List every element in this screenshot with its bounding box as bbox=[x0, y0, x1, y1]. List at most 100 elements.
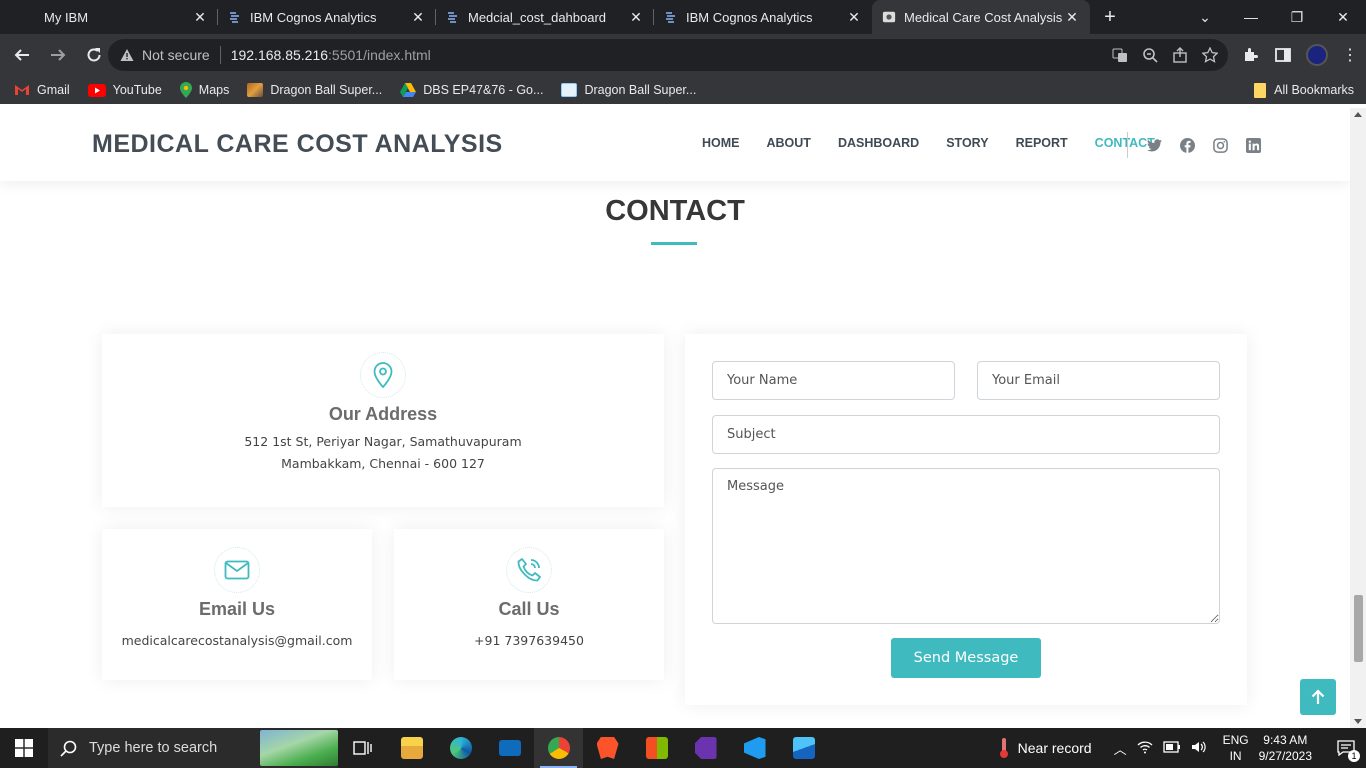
taskbar-apps bbox=[338, 728, 828, 768]
maximize-button[interactable]: ❐ bbox=[1274, 0, 1320, 34]
close-window-button[interactable]: ✕ bbox=[1320, 0, 1366, 34]
tab-ibm-cognos-1[interactable]: IBM Cognos Analytics ✕ bbox=[218, 0, 436, 34]
back-icon[interactable] bbox=[6, 39, 38, 71]
notification-count: 1 bbox=[1348, 750, 1360, 762]
minimize-button[interactable]: — bbox=[1228, 0, 1274, 34]
cognos-icon bbox=[446, 10, 460, 24]
side-panel-icon[interactable] bbox=[1274, 46, 1292, 64]
visual-studio-icon[interactable] bbox=[681, 728, 730, 768]
windows-start-button[interactable] bbox=[0, 728, 48, 768]
all-bookmarks-button[interactable]: All Bookmarks bbox=[1254, 76, 1354, 104]
scrollbar-thumb[interactable] bbox=[1354, 595, 1363, 662]
name-input[interactable] bbox=[712, 361, 955, 400]
tab-ibm-cognos-2[interactable]: IBM Cognos Analytics ✕ bbox=[654, 0, 872, 34]
image-icon bbox=[247, 83, 264, 97]
task-view-icon[interactable] bbox=[338, 728, 387, 768]
instagram-icon[interactable] bbox=[1212, 137, 1228, 153]
close-tab-icon[interactable]: ✕ bbox=[628, 9, 644, 26]
brave-icon[interactable] bbox=[583, 728, 632, 768]
browser-right-actions: ⋮ bbox=[1242, 39, 1358, 71]
address-card: Our Address 512 1st St, Periyar Nagar, S… bbox=[102, 334, 664, 507]
language-indicator[interactable]: ENG IN bbox=[1223, 732, 1249, 764]
notification-center-icon[interactable]: 1 bbox=[1326, 728, 1366, 768]
page-viewport: MEDICAL CARE COST ANALYSIS HOME ABOUT DA… bbox=[0, 108, 1350, 728]
bookmark-label: Gmail bbox=[37, 83, 70, 97]
search-highlight-image bbox=[260, 730, 338, 766]
nav-dashboard[interactable]: DASHBOARD bbox=[838, 136, 919, 150]
menu-kebab-icon[interactable]: ⋮ bbox=[1342, 45, 1358, 65]
send-message-button[interactable]: Send Message bbox=[891, 638, 1041, 678]
close-tab-icon[interactable]: ✕ bbox=[1064, 9, 1080, 26]
tab-my-ibm[interactable]: My IBM ✕ bbox=[0, 0, 218, 34]
wifi-icon[interactable] bbox=[1137, 740, 1153, 757]
facebook-icon[interactable] bbox=[1179, 137, 1195, 153]
clock-time: 9:43 AM bbox=[1263, 733, 1308, 747]
bookmark-gmail[interactable]: Gmail bbox=[14, 83, 70, 97]
window-controls: ⌄ — ❐ ✕ bbox=[1182, 0, 1366, 34]
microsoft-store-icon[interactable] bbox=[632, 728, 681, 768]
profile-avatar[interactable] bbox=[1306, 44, 1328, 66]
bookmark-dragon-ball-2[interactable]: Dragon Ball Super... bbox=[561, 83, 696, 97]
forward-icon[interactable] bbox=[42, 39, 74, 71]
maps-icon bbox=[179, 82, 192, 98]
file-explorer-icon[interactable] bbox=[387, 728, 436, 768]
bookmark-dragon-ball-1[interactable]: Dragon Ball Super... bbox=[247, 83, 382, 97]
bookmark-label: YouTube bbox=[112, 83, 162, 97]
nav-story[interactable]: STORY bbox=[946, 136, 988, 150]
bookmark-label: Maps bbox=[198, 83, 230, 97]
bookmark-label: DBS EP47&76 - Go... bbox=[423, 83, 544, 97]
lang-top: ENG bbox=[1222, 733, 1249, 747]
chrome-icon[interactable] bbox=[534, 728, 583, 768]
address-line-2: Mambakkam, Chennai - 600 127 bbox=[281, 456, 485, 471]
back-to-top-button[interactable] bbox=[1300, 679, 1336, 715]
translate-icon[interactable] bbox=[1112, 47, 1128, 63]
linkedin-icon[interactable] bbox=[1245, 137, 1261, 153]
battery-icon[interactable] bbox=[1162, 740, 1181, 756]
twitter-icon[interactable] bbox=[1146, 137, 1162, 153]
message-textarea[interactable] bbox=[712, 468, 1220, 624]
email-value[interactable]: medicalcarecostanalysis@gmail.com bbox=[102, 630, 372, 652]
nav-home[interactable]: HOME bbox=[702, 136, 740, 150]
scroll-up-arrow-icon[interactable] bbox=[1354, 112, 1362, 117]
zoom-icon[interactable] bbox=[1142, 47, 1158, 63]
tab-medical-dashboard[interactable]: Medcial_cost_dahboard ✕ bbox=[436, 0, 654, 34]
nav-about[interactable]: ABOUT bbox=[767, 136, 811, 150]
cognos-icon bbox=[664, 10, 678, 24]
email-input[interactable] bbox=[977, 361, 1220, 400]
close-tab-icon[interactable]: ✕ bbox=[410, 9, 426, 26]
weather-widget[interactable]: Near record bbox=[998, 737, 1092, 759]
tab-medical-care-cost[interactable]: Medical Care Cost Analysis ✕ bbox=[872, 0, 1090, 34]
edge-icon[interactable] bbox=[436, 728, 485, 768]
envelope-icon bbox=[214, 547, 260, 593]
nav-report[interactable]: REPORT bbox=[1016, 136, 1068, 150]
share-icon[interactable] bbox=[1172, 47, 1188, 63]
url-host: 192.168.85.216 bbox=[230, 47, 329, 63]
browser-tab-bar: My IBM ✕ IBM Cognos Analytics ✕ Medcial_… bbox=[0, 0, 1366, 34]
volume-icon[interactable] bbox=[1191, 740, 1207, 757]
close-tab-icon[interactable]: ✕ bbox=[192, 9, 208, 26]
site-logo[interactable]: MEDICAL CARE COST ANALYSIS bbox=[92, 130, 503, 159]
bookmark-dbs-ep[interactable]: DBS EP47&76 - Go... bbox=[400, 83, 543, 97]
scroll-down-arrow-icon[interactable] bbox=[1354, 719, 1362, 724]
taskbar-search-box[interactable]: Type here to search bbox=[48, 728, 338, 768]
warning-icon bbox=[120, 49, 134, 61]
reload-icon[interactable] bbox=[78, 39, 110, 71]
vscode-icon[interactable] bbox=[730, 728, 779, 768]
phone-value[interactable]: +91 7397639450 bbox=[394, 630, 664, 652]
mail-icon[interactable] bbox=[485, 728, 534, 768]
tab-search-icon[interactable]: ⌄ bbox=[1182, 0, 1228, 34]
bookmark-maps[interactable]: Maps bbox=[179, 82, 230, 98]
section-title: CONTACT bbox=[605, 195, 745, 227]
address-bar[interactable]: Not secure 192.168.85.216 :5501/index.ht… bbox=[108, 39, 1228, 71]
photos-icon[interactable] bbox=[779, 728, 828, 768]
new-tab-button[interactable]: + bbox=[1090, 0, 1130, 34]
extensions-icon[interactable] bbox=[1242, 46, 1260, 64]
bookmark-youtube[interactable]: YouTube bbox=[87, 83, 162, 97]
bookmark-label: Dragon Ball Super... bbox=[584, 83, 697, 97]
chevron-up-icon[interactable]: ︿ bbox=[1114, 739, 1127, 758]
system-clock[interactable]: 9:43 AM 9/27/2023 bbox=[1259, 732, 1312, 764]
bookmark-star-icon[interactable] bbox=[1202, 47, 1218, 63]
subject-input[interactable] bbox=[712, 415, 1220, 454]
close-tab-icon[interactable]: ✕ bbox=[846, 9, 862, 26]
page-scrollbar[interactable] bbox=[1350, 108, 1366, 728]
